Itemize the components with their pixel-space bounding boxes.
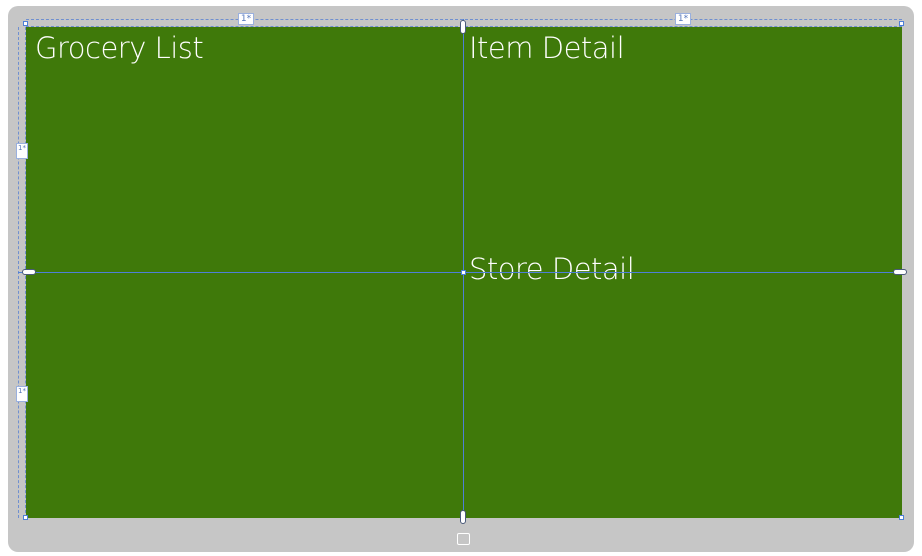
column-1-size-chip[interactable]: 1*	[238, 13, 254, 25]
store-detail-heading: Store Detail	[469, 252, 635, 286]
row-splitter-right-handle-icon[interactable]	[893, 269, 907, 275]
column-splitter-bottom-handle-icon[interactable]	[460, 510, 466, 524]
device-frame-icon[interactable]	[457, 533, 470, 545]
row-1-size-label: 1*	[18, 144, 26, 152]
item-detail-heading: Item Detail	[469, 31, 625, 65]
grocery-list-heading: Grocery List	[35, 31, 204, 65]
corner-dot-top-right	[899, 21, 904, 26]
row-splitter-left-handle-icon[interactable]	[22, 269, 36, 275]
corner-dot-top-left	[23, 21, 28, 26]
corner-dot-bottom-right	[899, 515, 904, 520]
corner-dot-bottom-left	[23, 515, 28, 520]
grid-intersection-dot	[461, 270, 466, 275]
column-splitter-top-handle-icon[interactable]	[460, 20, 466, 34]
row-1-size-chip[interactable]: 1*	[16, 143, 28, 159]
row-2-size-chip[interactable]: 1*	[16, 386, 28, 402]
column-2-size-chip[interactable]: 1*	[675, 13, 691, 25]
row-2-size-label: 1*	[18, 387, 26, 395]
